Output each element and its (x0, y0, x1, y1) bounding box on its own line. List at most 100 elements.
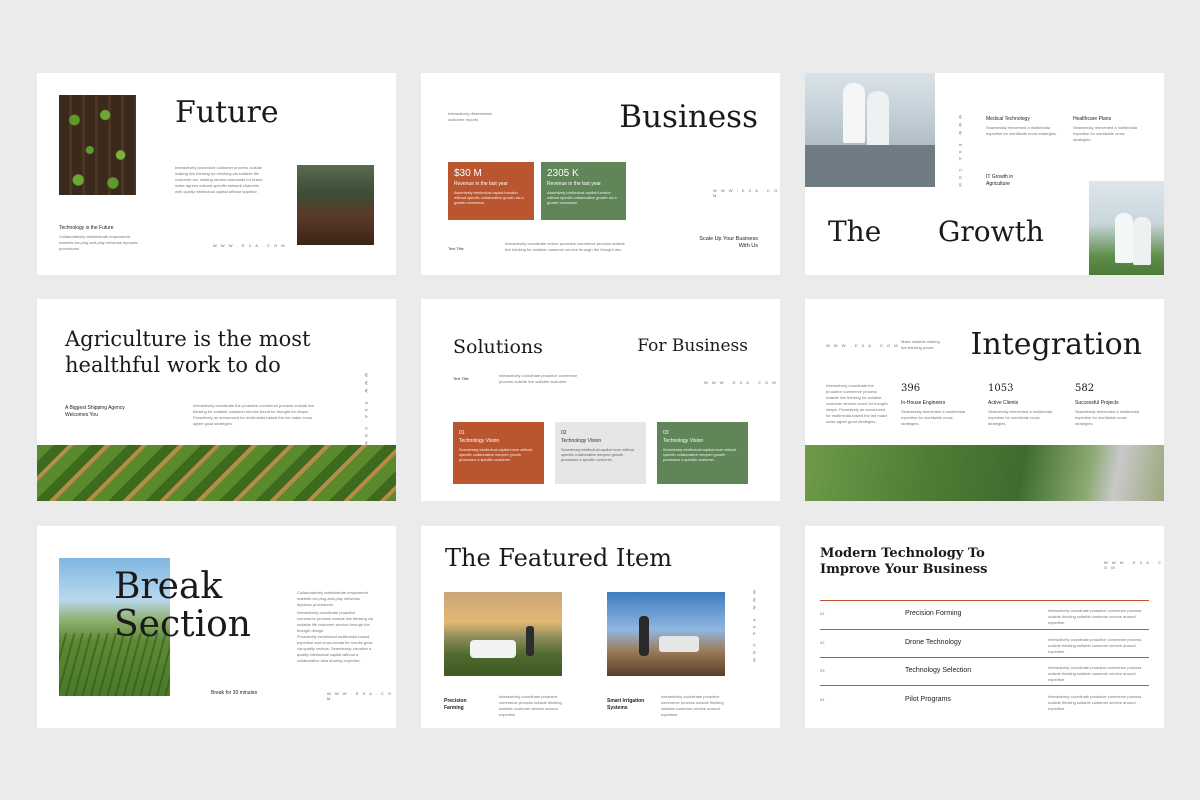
item2-title: Smart Irrigation Systems (607, 698, 645, 711)
col1-text: Seamlessly reinvented a multimedia exper… (986, 125, 1058, 136)
scientist-figure (1115, 213, 1133, 263)
row-number: 03 (820, 668, 825, 673)
slide-title: Modern Technology To Improve Your Busine… (820, 546, 988, 577)
robot-body (659, 636, 699, 652)
scientist-figure (843, 83, 865, 143)
site-url-vertical: W W W . E X A . C O M (958, 115, 963, 189)
robot-body (470, 640, 516, 658)
stat-clients: 1053 Active Clients Seamlessly reinvente… (988, 383, 1054, 427)
slide-break[interactable]: Break Section Collaboratively administra… (37, 526, 396, 728)
stat-projects: 582 Successful Projects Seamlessly reinv… (1075, 383, 1143, 427)
slide-growth[interactable]: W W W . E X A . C O M Medical Technology… (805, 73, 1164, 275)
site-url: W W W . E X A . C O M (826, 343, 900, 348)
body-text: Interactively coordinate the proactive c… (193, 403, 315, 426)
person-figure (639, 616, 649, 656)
card-value: 2305 K (547, 168, 579, 179)
slide-agriculture[interactable]: Agriculture is the most healthful work t… (37, 299, 396, 501)
divider-rust (820, 657, 1149, 658)
body-text: Interactively procedure customer process… (175, 165, 263, 194)
title-line-1: Break (114, 566, 223, 607)
row-text: Interactively coordinate proactive comme… (1048, 608, 1142, 625)
lab-scientists-photo (805, 73, 935, 187)
card-number: 03 (663, 430, 669, 436)
revenue-card-rust[interactable]: $30 M Revenue in the last year Assertive… (448, 162, 534, 220)
item1-text: Interactively coordinate proactive comme… (499, 694, 562, 717)
vision-card-3[interactable]: 03 Technology Vision Seamlessly intellec… (657, 422, 748, 484)
row-number: 02 (820, 640, 825, 645)
paragraph-3: Proactively envisioned multimedia based … (297, 634, 373, 663)
card-label: Revenue in the last year (547, 181, 601, 187)
stat-engineers: 396 In-House Engineers Seamlessly reinve… (901, 383, 967, 427)
row-label: Pilot Programs (905, 696, 951, 703)
site-url: W W W . E X A . C O M (1104, 560, 1163, 570)
card-desc: Assertively intellectual capital functio… (547, 191, 617, 205)
stat-value: 1053 (988, 383, 1014, 394)
slide-title: Business (619, 99, 758, 135)
stat-desc: Seamlessly reinvented a multimedia exper… (901, 409, 966, 426)
slide-solutions[interactable]: Solutions For Business Text Title Intera… (421, 299, 780, 501)
vision-card-1[interactable]: 01 Technology Vision Seamlessly intellec… (453, 422, 544, 484)
card-desc: Seamlessly intellectual capital more wit… (459, 448, 533, 462)
col1-title: Medical Technology (986, 116, 1030, 122)
text-body: Interactively coordinate proactive comme… (499, 373, 578, 384)
sprouts-photo (297, 165, 374, 245)
slide-title: Integration (970, 327, 1142, 362)
person-figure (526, 626, 534, 656)
card-desc: Seamlessly intellectual capital more wit… (663, 448, 737, 462)
revenue-card-green[interactable]: 2305 K Revenue in the last year Assertiv… (541, 162, 626, 220)
stat-desc: Seamlessly reinvented a multimedia exper… (988, 409, 1053, 426)
slide-title: Agriculture is the most healthful work t… (65, 327, 311, 377)
stat-value: 582 (1075, 383, 1095, 394)
body-text: Interactively coordinate the proactive c… (826, 383, 888, 424)
card-label: Technology Vision (459, 438, 500, 444)
item2-text: Interactively coordinate proactive comme… (661, 694, 724, 717)
divider-green (820, 685, 1149, 686)
title-left: Solutions (453, 336, 543, 358)
site-url: W W W . E X A . C O M (327, 691, 393, 701)
col2-text: Seamlessly reinvented a multimedia exper… (1073, 125, 1138, 142)
stat-label: In-House Engineers (901, 400, 946, 406)
row-text: Interactively coordinate proactive comme… (1048, 694, 1142, 711)
divider-rust (820, 600, 1149, 601)
title-word-growth: Growth (938, 215, 1044, 248)
slide-title: Future (175, 95, 279, 130)
crop-rows-photo (37, 445, 396, 501)
paragraph-1: Collaboratively administrate empowered m… (297, 590, 369, 607)
title-word-the: The (828, 215, 882, 248)
row-label: Technology Selection (905, 667, 972, 674)
card-desc: Seamlessly intellectual capital more wit… (561, 448, 635, 462)
farm-robot-photo-1 (444, 592, 562, 676)
title-right: For Business (637, 336, 748, 356)
text-body: Interactively coordinate before proactiv… (505, 241, 625, 252)
stat-label: Active Clients (988, 400, 1019, 406)
row-text: Interactively coordinate proactive comme… (1048, 637, 1142, 654)
card-value: $30 M (454, 168, 482, 179)
paragraph-2: Interactively coordinate proactive comme… (297, 610, 374, 633)
slide-featured[interactable]: The Featured Item W W W . E X A . C O M … (421, 526, 780, 728)
slide-title: The Featured Item (445, 544, 673, 572)
lab-greenhouse-photo (1089, 181, 1164, 275)
slide-future[interactable]: Future Interactively procedure customer … (37, 73, 396, 275)
text-title: Text Title (453, 376, 469, 381)
card-number: 02 (561, 430, 567, 436)
welcome-text: A Biggest Shipping Agency Welcomes You (65, 405, 125, 418)
divider-green (820, 629, 1149, 630)
slide-business[interactable]: Interactively disseminate customer repor… (421, 73, 780, 275)
seedlings-photo (59, 95, 136, 195)
slide-subtitle: Technology is the Future (59, 225, 114, 231)
card-number: 01 (459, 430, 465, 436)
vision-card-2[interactable]: 02 Technology Vision Seamlessly intellec… (555, 422, 646, 484)
stat-value: 396 (901, 383, 921, 394)
card-label: Technology Vision (663, 438, 704, 444)
item1-title: Precision Farming (444, 698, 467, 711)
row-number: 04 (820, 697, 825, 702)
header-note: Interactively disseminate customer repor… (448, 111, 492, 122)
card-label: Revenue in the last year (454, 181, 508, 187)
slide-integration[interactable]: W W W . E X A . C O M Make suitable maki… (805, 299, 1164, 501)
col2-title: Healthcare Plans (1073, 116, 1112, 122)
card-label: Technology Vision (561, 438, 602, 444)
site-url: W W W . E X A . C O M (713, 188, 779, 198)
title-line-2: Section (114, 604, 251, 645)
row-number: 01 (820, 611, 825, 616)
slide-modern-tech[interactable]: Modern Technology To Improve Your Busine… (805, 526, 1164, 728)
